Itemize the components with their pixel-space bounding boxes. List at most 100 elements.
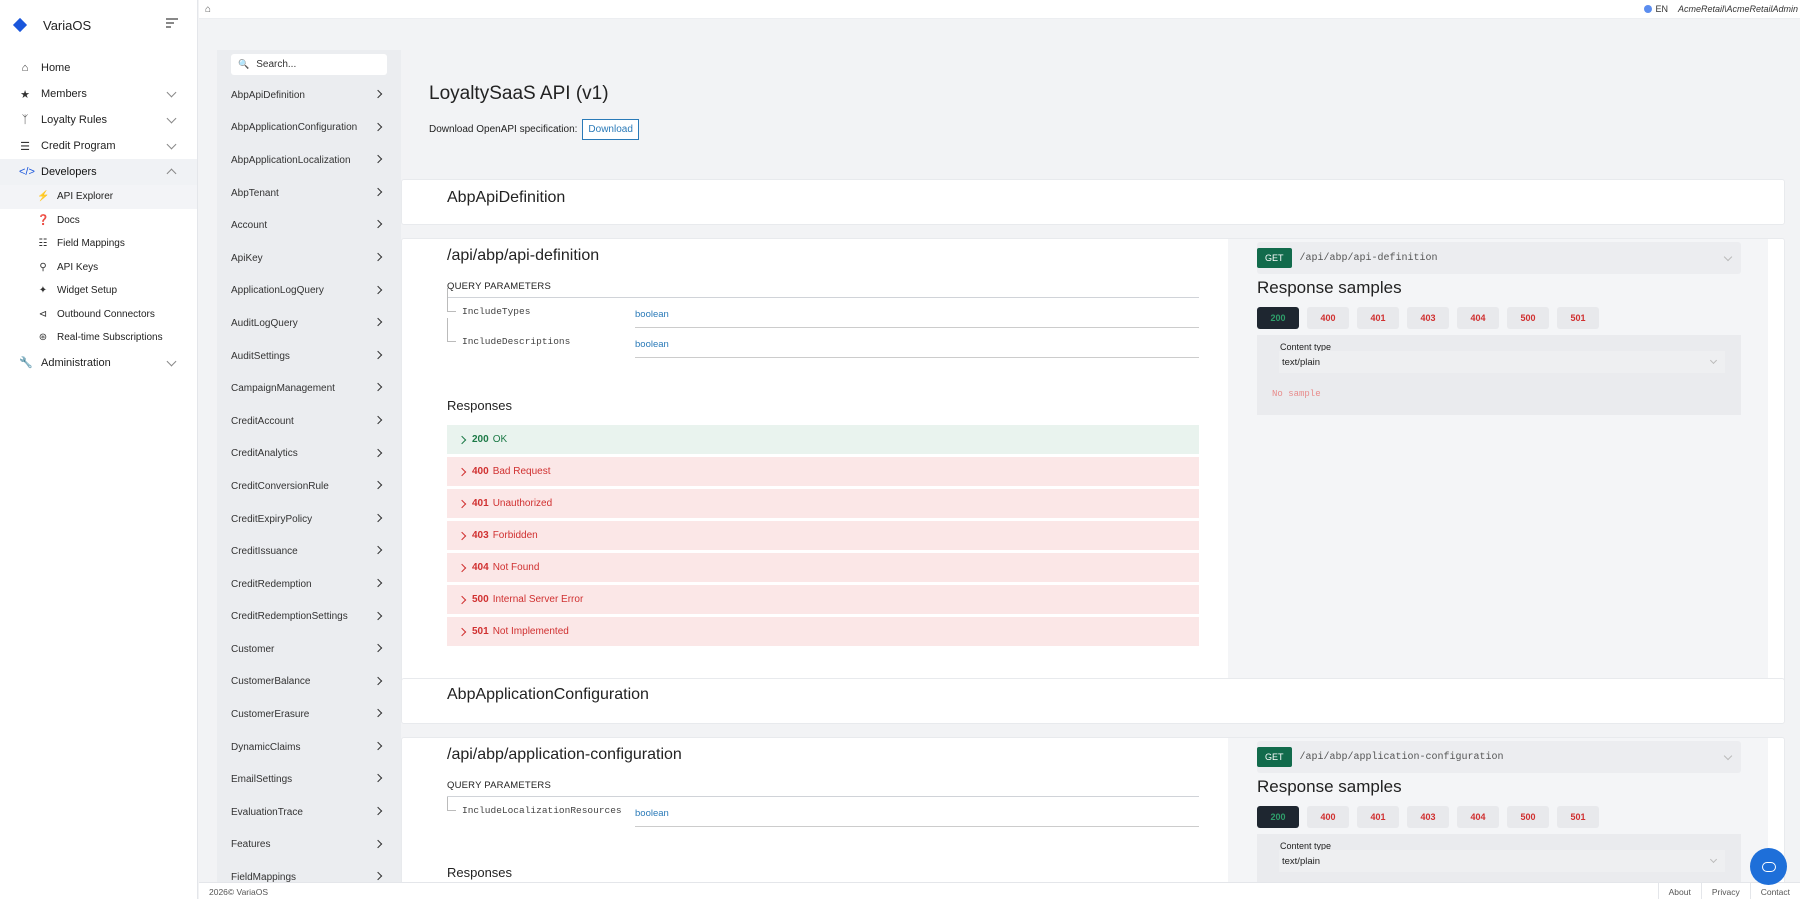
sidebar-subitem-outbound-connectors[interactable]: ⊲ Outbound Connectors bbox=[0, 303, 197, 327]
api-tag-link[interactable]: CustomerErasure bbox=[217, 698, 401, 731]
api-tag-link[interactable]: CampaignManagement bbox=[217, 372, 401, 405]
group-title: AbpApiDefinition bbox=[447, 189, 566, 206]
response-text: Not Found bbox=[492, 562, 540, 573]
search-box: 🔍 bbox=[231, 54, 387, 75]
home-breadcrumb-icon[interactable]: ⌂ bbox=[205, 4, 211, 15]
sample-tab-400[interactable]: 400 bbox=[1307, 307, 1349, 329]
sidebar-item-members[interactable]: ★ Members bbox=[0, 81, 197, 107]
api-tag-link[interactable]: Features bbox=[217, 829, 401, 862]
chevron-down-icon bbox=[1709, 356, 1718, 365]
sample-tab-401[interactable]: 401 bbox=[1357, 307, 1399, 329]
coins-icon: ☰ bbox=[20, 140, 30, 153]
api-tag-link[interactable]: AuditSettings bbox=[217, 340, 401, 373]
operation-card: /api/abp/api-definition QUERY PARAMETERS… bbox=[401, 238, 1785, 690]
sidebar-item-label: Credit Program bbox=[41, 140, 116, 152]
sample-tab-403[interactable]: 403 bbox=[1407, 307, 1449, 329]
sample-tab-200[interactable]: 200 bbox=[1257, 307, 1299, 329]
chevron-right-icon bbox=[457, 467, 467, 476]
api-tag-link[interactable]: AbpApplicationConfiguration bbox=[217, 112, 401, 145]
chat-button[interactable] bbox=[1750, 848, 1787, 885]
api-tag-link[interactable]: Account bbox=[217, 209, 401, 242]
tenant-user[interactable]: AcmeRetail\AcmeRetailAdmin bbox=[1678, 4, 1798, 14]
sidebar-item-home[interactable]: ⌂ Home bbox=[0, 55, 197, 81]
sample-tab-400[interactable]: 400 bbox=[1307, 806, 1349, 828]
footer-link-about[interactable]: About bbox=[1657, 883, 1701, 899]
response-row-501[interactable]: 501 Not Implemented bbox=[447, 617, 1199, 646]
api-tag-link[interactable]: AbpTenant bbox=[217, 177, 401, 210]
sidebar-item-developers[interactable]: </> Developers bbox=[0, 159, 197, 185]
api-tag-link[interactable]: EmailSettings bbox=[217, 763, 401, 796]
response-row-400[interactable]: 400 Bad Request bbox=[447, 457, 1199, 486]
sample-tab-501[interactable]: 501 bbox=[1557, 307, 1599, 329]
endpoint-bar[interactable]: GET /api/abp/application-configuration bbox=[1257, 741, 1741, 773]
chevron-right-icon bbox=[373, 741, 383, 751]
api-tag-label: CustomerBalance bbox=[231, 676, 311, 688]
content-type-select[interactable]: text/plain bbox=[1279, 351, 1725, 373]
chevron-right-icon bbox=[373, 252, 383, 262]
response-row-401[interactable]: 401 Unauthorized bbox=[447, 489, 1199, 518]
sample-tab-404[interactable]: 404 bbox=[1457, 307, 1499, 329]
response-row-404[interactable]: 404 Not Found bbox=[447, 553, 1199, 582]
api-tag-link[interactable]: ApplicationLogQuery bbox=[217, 275, 401, 308]
download-button[interactable]: Download bbox=[582, 119, 639, 140]
sidebar-subitem-field-mappings[interactable]: ☷ Field Mappings bbox=[0, 232, 197, 256]
sample-tab-401[interactable]: 401 bbox=[1357, 806, 1399, 828]
content-type-select[interactable]: text/plain bbox=[1279, 850, 1725, 872]
api-tag-link[interactable]: EvaluationTrace bbox=[217, 796, 401, 829]
response-text: Unauthorized bbox=[492, 498, 553, 509]
api-tag-link[interactable]: CreditRedemption bbox=[217, 568, 401, 601]
sidebar-subitem-api-keys[interactable]: ⚲ API Keys bbox=[0, 256, 197, 280]
api-tag-label: CampaignManagement bbox=[231, 383, 335, 395]
api-tag-link[interactable]: CreditAnalytics bbox=[217, 438, 401, 471]
api-tag-link[interactable]: DynamicClaims bbox=[217, 731, 401, 764]
copyright: 2026© VariaOS bbox=[209, 887, 269, 897]
api-tag-link[interactable]: CreditRedemptionSettings bbox=[217, 601, 401, 634]
language-selector[interactable]: EN bbox=[1655, 4, 1668, 14]
api-tag-link[interactable]: AuditLogQuery bbox=[217, 307, 401, 340]
footer-links: About Privacy Contact bbox=[1657, 883, 1800, 899]
chevron-right-icon bbox=[373, 513, 383, 522]
operation-details: /api/abp/application-configuration QUERY… bbox=[447, 738, 1199, 882]
search-input[interactable] bbox=[256, 59, 387, 70]
api-tag-link[interactable]: CreditIssuance bbox=[217, 535, 401, 568]
sample-tab-403[interactable]: 403 bbox=[1407, 806, 1449, 828]
sidebar-subitem-label: API Explorer bbox=[57, 191, 114, 203]
sidebar-item-loyalty-rules[interactable]: ᛉ Loyalty Rules bbox=[0, 107, 197, 133]
response-code-tabs: 200 400 401 403 404 500 501 bbox=[1257, 307, 1607, 329]
sample-tab-500[interactable]: 500 bbox=[1507, 307, 1549, 329]
api-tag-link[interactable]: CreditConversionRule bbox=[217, 470, 401, 503]
response-text: Not Implemented bbox=[492, 626, 569, 637]
sidebar-subitem-api-explorer[interactable]: ⚡ API Explorer bbox=[0, 185, 197, 209]
api-tag-label: CreditRedemptionSettings bbox=[231, 611, 348, 623]
collapse-menu-icon[interactable] bbox=[166, 18, 178, 28]
response-row-403[interactable]: 403 Forbidden bbox=[447, 521, 1199, 550]
sidebar-subitem-realtime-subscriptions[interactable]: ⊛ Real-time Subscriptions bbox=[0, 326, 197, 350]
api-tag-link[interactable]: CreditAccount bbox=[217, 405, 401, 438]
api-tag-link[interactable]: AbpApplicationLocalization bbox=[217, 144, 401, 177]
sidebar-item-label: Developers bbox=[41, 166, 97, 178]
chat-icon bbox=[1761, 861, 1776, 872]
footer-link-privacy[interactable]: Privacy bbox=[1700, 883, 1750, 899]
response-row-200[interactable]: 200 OK bbox=[447, 425, 1199, 454]
sidebar-item-credit-program[interactable]: ☰ Credit Program bbox=[0, 133, 197, 159]
api-tag-link[interactable]: ApiKey bbox=[217, 242, 401, 275]
sample-tab-200[interactable]: 200 bbox=[1257, 806, 1299, 828]
sample-tab-404[interactable]: 404 bbox=[1457, 806, 1499, 828]
api-tag-link[interactable]: Customer bbox=[217, 633, 401, 666]
sidebar-subitem-widget-setup[interactable]: ✦ Widget Setup bbox=[0, 279, 197, 303]
sidebar-item-administration[interactable]: 🔧 Administration bbox=[0, 350, 197, 376]
sample-tab-500[interactable]: 500 bbox=[1507, 806, 1549, 828]
sidebar-item-label: Home bbox=[41, 62, 71, 74]
api-tag-link[interactable]: AbpApiDefinition bbox=[217, 79, 401, 112]
endpoint-bar[interactable]: GET /api/abp/api-definition bbox=[1257, 242, 1741, 274]
api-tag-label: EmailSettings bbox=[231, 774, 293, 786]
response-row-500[interactable]: 500 Internal Server Error bbox=[447, 585, 1199, 614]
operation-path: /api/abp/application-configuration bbox=[447, 746, 682, 763]
footer-link-contact[interactable]: Contact bbox=[1749, 883, 1800, 899]
api-tag-link[interactable]: CustomerBalance bbox=[217, 666, 401, 699]
api-tag-link[interactable]: FieldMappings bbox=[217, 861, 401, 882]
api-tag-link[interactable]: CreditExpiryPolicy bbox=[217, 503, 401, 536]
api-tag-label: AbpApplicationConfiguration bbox=[231, 122, 358, 134]
sample-tab-501[interactable]: 501 bbox=[1557, 806, 1599, 828]
sidebar-subitem-docs[interactable]: ❓ Docs bbox=[0, 209, 197, 233]
